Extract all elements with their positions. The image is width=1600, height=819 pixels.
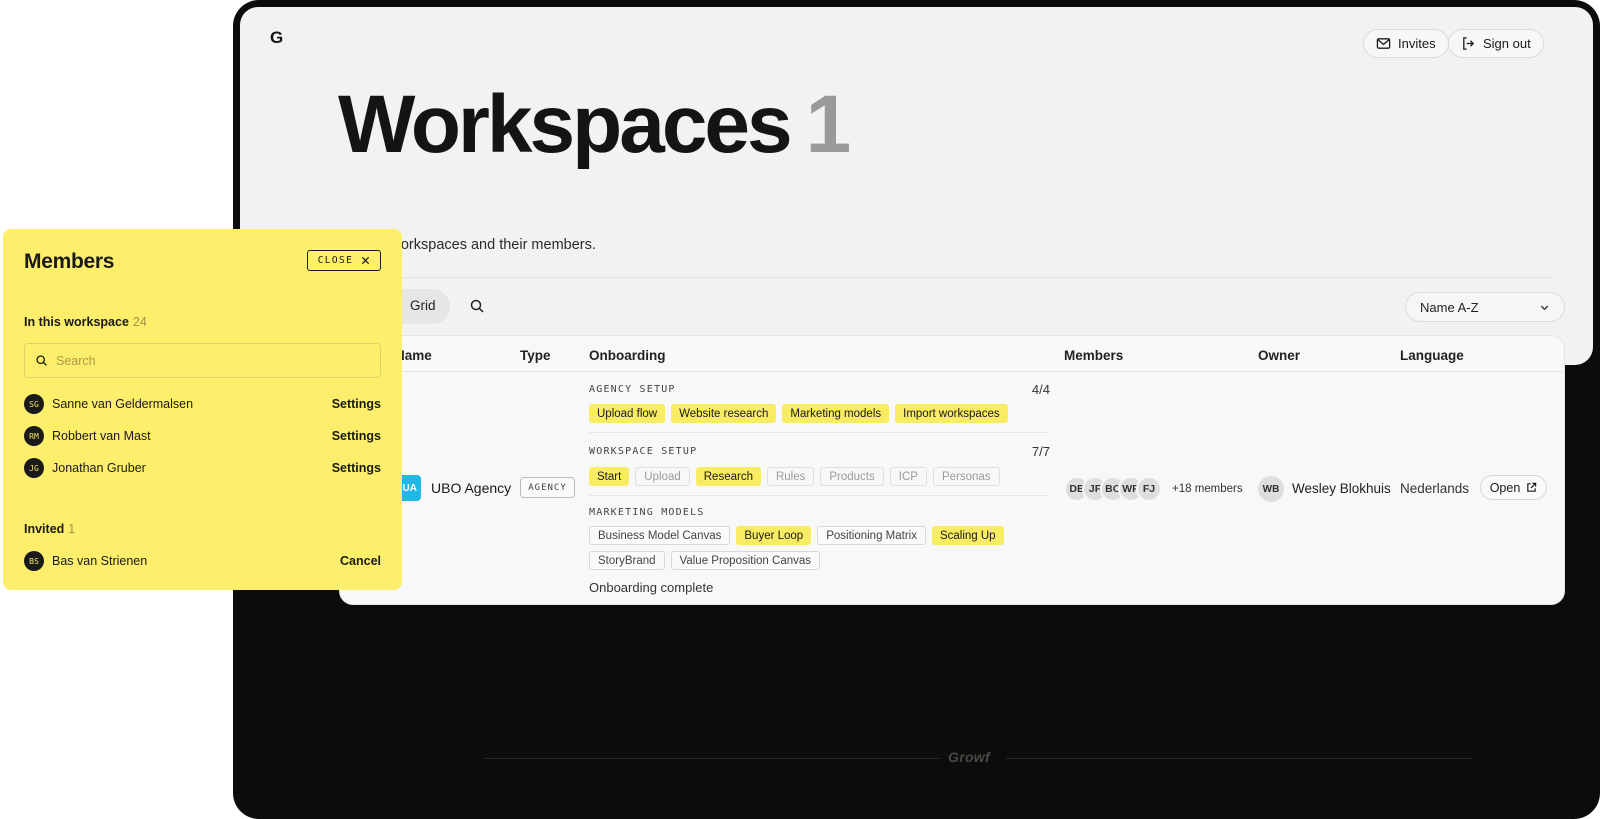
close-icon [362,256,370,265]
agency-setup-count: 4/4 [1031,382,1050,397]
sign-out-label: Sign out [1483,36,1531,51]
model-chip: Value Proposition Canvas [670,551,821,570]
in-workspace-heading: In this workspace 24 [24,315,147,329]
column-header-members[interactable]: Members [1064,348,1123,363]
page-title: Workspaces 1 [338,84,851,166]
marketing-models-label: MARKETING MODELS [589,507,705,518]
table-header-divider [339,371,1565,372]
step-chip: Website research [671,404,777,423]
workspace-setup-steps: Start Upload Research Rules Products ICP… [589,467,1000,486]
step-chip: Start [589,467,630,486]
footer-brand: Growf [948,749,990,765]
invited-count: 1 [68,522,76,536]
type-badge: AGENCY [520,477,575,498]
page-title-text: Workspaces [338,79,793,170]
model-chip: Scaling Up [931,526,1004,545]
section-divider [589,495,1049,496]
step-chip: ICP [889,467,927,486]
close-button[interactable]: CLOSE [307,250,381,271]
member-avatars[interactable]: DB JF BO WR FJ [1064,476,1162,502]
step-chip: Personas [932,467,1000,486]
mail-icon [1376,38,1391,49]
workspace-setup-label: WORKSPACE SETUP [589,446,698,457]
member-avatar: BS [24,551,44,571]
member-name: Bas van Strienen [52,554,148,568]
search-icon[interactable] [469,298,485,314]
sign-out-button[interactable]: Sign out [1448,29,1544,58]
section-divider [589,432,1049,433]
step-chip: Upload flow [589,404,666,423]
footer-divider-left [484,758,939,759]
invited-heading: Invited 1 [24,522,75,536]
sign-out-icon [1463,37,1475,50]
workspace-setup-count: 7/7 [1031,444,1050,459]
agency-setup-steps: Upload flow Website research Marketing m… [589,404,1008,423]
step-chip: Upload [635,467,690,486]
more-members-count[interactable]: +18 members [1172,483,1243,495]
member-avatar: JG [24,458,44,478]
invited-label: Invited [24,522,65,536]
open-workspace-button[interactable]: Open [1480,475,1547,500]
open-label: Open [1489,480,1521,495]
step-chip: Rules [766,467,815,486]
member-row: JG Jonathan Gruber Settings [24,457,381,479]
step-chip: Products [820,467,884,486]
invites-label: Invites [1398,36,1436,51]
chevron-down-icon [1540,305,1549,310]
owner-name: Wesley Blokhuis [1292,481,1391,496]
column-header-type[interactable]: Type [520,348,551,363]
member-name: Robbert van Mast [52,429,151,443]
view-grid-option[interactable]: Grid [410,298,436,313]
column-header-onboarding[interactable]: Onboarding [589,348,666,363]
agency-setup-label: AGENCY SETUP [589,384,676,395]
member-row: RM Robbert van Mast Settings [24,425,381,447]
member-search[interactable] [24,343,381,378]
member-name: Sanne van Geldermalsen [52,397,194,411]
member-row: SG Sanne van Geldermalsen Settings [24,393,381,415]
header-divider [338,277,1553,278]
step-chip: Import workspaces [895,404,1008,423]
search-icon [36,355,47,366]
workspace-count: 1 [805,79,852,170]
logo[interactable]: G [270,28,283,48]
member-name: Jonathan Gruber [52,461,146,475]
in-workspace-label: In this workspace [24,315,129,329]
model-chip: Business Model Canvas [589,526,731,545]
model-chip: StoryBrand [589,551,665,570]
cancel-invite-link[interactable]: Cancel [340,554,381,568]
workspace-name[interactable]: UBO Agency [431,480,511,496]
model-chip: Buyer Loop [736,526,812,545]
close-label: CLOSE [317,255,354,266]
member-search-input[interactable] [56,353,356,368]
invites-button[interactable]: Invites [1363,29,1449,58]
column-header-owner[interactable]: Owner [1258,348,1300,363]
avatar: FJ [1136,476,1162,502]
external-link-icon [1527,482,1537,492]
member-settings-link[interactable]: Settings [332,429,381,443]
onboarding-status: Onboarding complete [589,580,714,595]
marketing-models-row-2: StoryBrand Value Proposition Canvas [589,551,821,570]
owner-avatar: WB [1258,476,1284,502]
model-chip: Positioning Matrix [817,526,926,545]
sort-select[interactable]: Name A-Z [1405,292,1565,322]
invited-row: BS Bas van Strienen Cancel [24,550,381,572]
member-avatar: SG [24,394,44,414]
workspace-language: Nederlands [1400,481,1470,496]
member-settings-link[interactable]: Settings [332,397,381,411]
members-panel-title: Members [24,250,115,273]
member-settings-link[interactable]: Settings [332,461,381,475]
marketing-models-row-1: Business Model Canvas Buyer Loop Positio… [589,526,1004,545]
in-workspace-count: 24 [132,315,147,329]
column-header-language[interactable]: Language [1400,348,1464,363]
sort-value: Name A-Z [1420,299,1479,315]
footer-divider-right [1006,758,1473,759]
step-chip: Marketing models [782,404,890,423]
step-chip: Research [695,467,761,486]
member-avatar: RM [24,426,44,446]
